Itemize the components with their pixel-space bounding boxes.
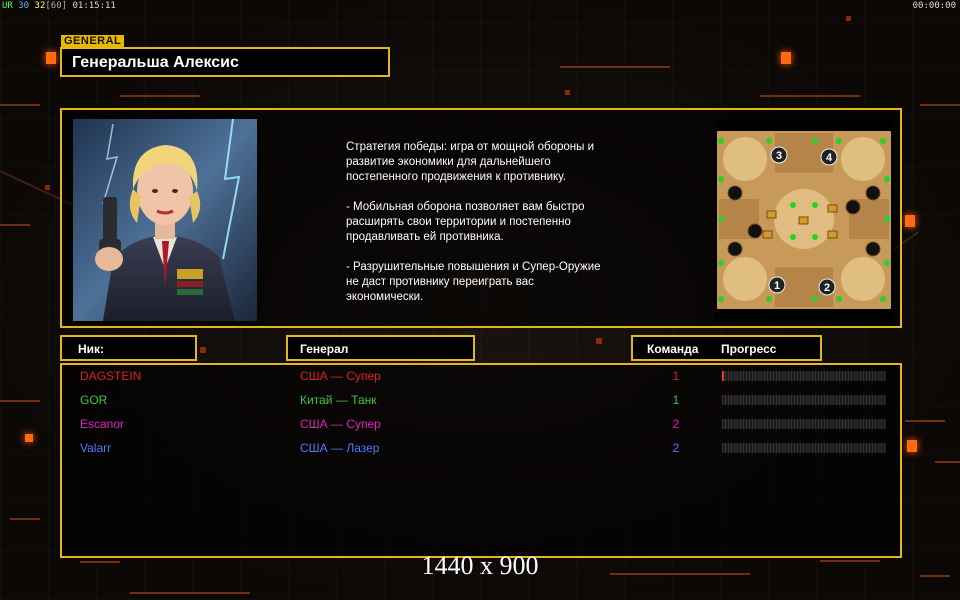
player-team: 2 [672, 441, 680, 455]
player-progress-bar [722, 395, 886, 405]
player-general: Китай — Танк [300, 393, 377, 407]
player-team: 1 [672, 369, 680, 383]
player-general: США — Супер [300, 369, 381, 383]
player-progress-bar [722, 419, 886, 429]
strategy-description: Стратегия победы: игра от мощной обороны… [346, 141, 601, 303]
player-nick: GOR [80, 393, 108, 407]
hud-value-2: 32 [34, 1, 46, 11]
general-portrait [73, 119, 257, 321]
player-progress-fill [722, 371, 724, 381]
column-general-label: Генерал [300, 342, 349, 356]
general-name-title: Генеральша Алексис [72, 54, 239, 71]
player-row: GOR Китай — Танк 1 [62, 391, 900, 411]
players-panel: DAGSTEIN США — Супер 1 GOR Китай — Танк … [60, 363, 902, 558]
column-progress-label: Прогресс [721, 342, 777, 356]
player-row: DAGSTEIN США — Супер 1 [62, 367, 900, 387]
map-start-3: 3 [776, 150, 782, 162]
column-header-team-progress: Команда Прогресс [631, 335, 822, 361]
player-row: Escanor США — Супер 2 [62, 415, 900, 435]
map-start-2: 2 [824, 282, 830, 294]
player-nick: Escanor [80, 417, 125, 431]
map-start-1: 1 [774, 280, 780, 292]
resolution-label: 1440 x 900 [421, 551, 539, 580]
hud-value-1: 30 [18, 1, 30, 11]
player-general: США — Супер [300, 417, 381, 431]
hud-value-3: [60] [45, 1, 68, 11]
hud-clock: 01:15:11 [72, 1, 116, 11]
column-header-general: Генерал [286, 335, 475, 361]
map-preview: 3 4 1 2 [715, 119, 893, 321]
hud-ur-label: UR [2, 1, 13, 11]
player-row: Valarr США — Лазер 2 [62, 439, 900, 459]
hud-timer: 00:00:00 [912, 1, 956, 11]
column-team-label: Команда [647, 342, 699, 356]
title-box: Генеральша Алексис [60, 47, 390, 77]
player-nick: DAGSTEIN [80, 369, 142, 383]
column-nick-label: Ник: [78, 342, 105, 356]
general-info-panel: Стратегия победы: игра от мощной обороны… [60, 108, 902, 328]
general-tag: GENERAL [61, 35, 125, 47]
player-team: 1 [672, 393, 680, 407]
hud-stats: UR 30 32[60] 01:15:11 [2, 1, 116, 11]
player-general: США — Лазер [300, 441, 380, 455]
player-progress-bar [722, 443, 886, 453]
player-team: 2 [672, 417, 680, 431]
player-nick: Valarr [80, 441, 112, 455]
map-start-4: 4 [826, 152, 833, 164]
player-progress-bar [722, 371, 886, 381]
column-header-nick: Ник: [60, 335, 197, 361]
